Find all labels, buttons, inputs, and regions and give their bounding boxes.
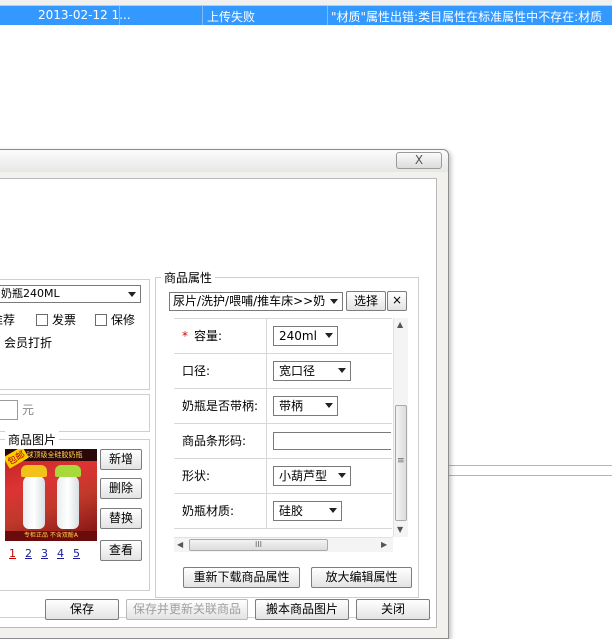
dialog-content: 奶瓶240ML 推荐 发票 保修 会员打折 元 商品图片 全球顶级全硅胶奶瓶 包… [0, 178, 437, 628]
close-icon: × [391, 293, 403, 307]
attribute-label: 商品条形码: [174, 424, 267, 459]
reload-attributes-button[interactable]: 重新下载商品属性 [183, 567, 300, 588]
product-attributes-legend: 商品属性 [161, 269, 216, 286]
close-icon: X [414, 153, 424, 167]
chevron-down-icon [330, 299, 338, 304]
page-link[interactable]: 1 [9, 547, 25, 560]
chevron-down-icon [325, 333, 333, 338]
cell-status: 上传失败 [207, 10, 256, 24]
required-marker: * [182, 329, 188, 343]
invoice-checkbox[interactable] [36, 314, 48, 326]
chevron-down-icon [325, 403, 333, 408]
dialog-titlebar: X [0, 150, 448, 172]
close-button[interactable]: 关闭 [356, 599, 430, 620]
attribute-grid: * 容量: 240ml 口径: 宽口径 奶瓶是否带柄: 带柄 商品条形码: 形状:… [174, 318, 392, 537]
move-images-button[interactable]: 搬本商品图片 [255, 599, 349, 620]
caliber-select[interactable]: 宽口径 [273, 361, 351, 381]
attribute-label: 奶瓶是否带柄: [174, 389, 267, 424]
add-image-button[interactable]: 新增 [100, 449, 142, 470]
attribute-row: 口径: 宽口径 [174, 354, 392, 389]
attribute-row: 商品条形码: [174, 424, 392, 459]
warranty-checkbox[interactable] [95, 314, 107, 326]
product-name-select[interactable]: 奶瓶240ML [0, 285, 141, 303]
dialog-close-button[interactable]: X [396, 152, 442, 169]
price-unit: 元 [22, 403, 35, 417]
category-select[interactable]: 尿片/洗护/喂哺/推车床>>奶 [169, 292, 343, 311]
bottle-image [21, 465, 47, 529]
material-select[interactable]: 硅胶 [273, 501, 342, 521]
product-image-thumbnail[interactable]: 全球顶级全硅胶奶瓶 包邮 专柜正品 不含双酚A [5, 449, 97, 541]
expand-edit-attributes-button[interactable]: 放大编辑属性 [311, 567, 412, 588]
list-divider [449, 465, 612, 466]
handle-select[interactable]: 带柄 [273, 396, 338, 416]
choose-category-button[interactable]: 选择 [346, 291, 386, 311]
shape-select[interactable]: 小葫芦型 [273, 466, 351, 486]
scroll-right-icon[interactable]: ▶ [381, 540, 387, 549]
scroll-down-icon[interactable]: ▼ [397, 525, 403, 534]
option-invoice[interactable]: 发票 [36, 311, 76, 328]
member-discount-label: 会员打折 [4, 336, 53, 350]
page-link[interactable]: 5 [73, 547, 89, 560]
page-link[interactable]: 3 [41, 547, 57, 560]
chevron-down-icon [329, 508, 337, 513]
save-button[interactable]: 保存 [45, 599, 119, 620]
attribute-label: 形状: [174, 459, 267, 494]
attribute-label: 奶瓶材质: [174, 494, 267, 529]
attribute-row: 形状: 小葫芦型 [174, 459, 392, 494]
price-input[interactable] [0, 400, 18, 420]
chevron-down-icon [338, 368, 346, 373]
replace-image-button[interactable]: 替换 [100, 508, 142, 529]
page-link[interactable]: 2 [25, 547, 41, 560]
list-divider [449, 475, 612, 476]
scroll-left-icon[interactable]: ◀ [177, 540, 183, 549]
table-row-selected[interactable]: 2013-02-12 1... 上传失败 "材质"属性出错:类目属性在标准属性中… [0, 6, 612, 25]
page-link[interactable]: 4 [57, 547, 73, 560]
delete-image-button[interactable]: 删除 [100, 478, 142, 499]
attribute-row: 奶瓶是否带柄: 带柄 [174, 389, 392, 424]
view-image-button[interactable]: 查看 [100, 540, 142, 561]
grip-icon: III [254, 540, 263, 549]
save-and-update-button[interactable]: 保存并更新关联商品 [126, 599, 248, 620]
attribute-vertical-scrollbar[interactable]: ▲ ≡ ▼ [393, 318, 408, 537]
cell-message: "材质"属性出错:类目属性在标准属性中不存在:材质 [331, 10, 603, 24]
scroll-up-icon[interactable]: ▲ [397, 320, 403, 329]
vertical-scroll-thumb[interactable]: ≡ [395, 405, 407, 521]
product-images-legend: 商品图片 [5, 431, 60, 448]
attribute-row: 奶瓶材质: 硅胶 [174, 494, 392, 529]
attribute-label: 口径: [174, 354, 267, 389]
attribute-horizontal-scrollbar[interactable]: ◀ III ▶ [174, 537, 393, 552]
grip-icon: ≡ [397, 456, 405, 466]
bottle-image [55, 465, 81, 529]
thumb-footer-text: 专柜正品 不含双酚A [5, 531, 97, 541]
attribute-row: * 容量: 240ml [174, 319, 392, 354]
image-pagination: 12345 [9, 547, 89, 560]
horizontal-scroll-thumb[interactable]: III [189, 539, 328, 551]
product-edit-dialog: X 奶瓶240ML 推荐 发票 保修 会员打折 元 商品图片 全球顶级全硅胶奶瓶… [0, 149, 449, 639]
clear-category-button[interactable]: × [387, 291, 407, 311]
cell-date: 2013-02-12 1... [38, 8, 131, 22]
option-recommend[interactable]: 推荐 [0, 311, 15, 328]
option-warranty[interactable]: 保修 [95, 311, 135, 328]
capacity-select[interactable]: 240ml [273, 326, 338, 346]
attribute-label: 容量: [194, 329, 223, 343]
chevron-down-icon [128, 292, 136, 297]
chevron-down-icon [338, 473, 346, 478]
barcode-input[interactable] [273, 432, 391, 450]
